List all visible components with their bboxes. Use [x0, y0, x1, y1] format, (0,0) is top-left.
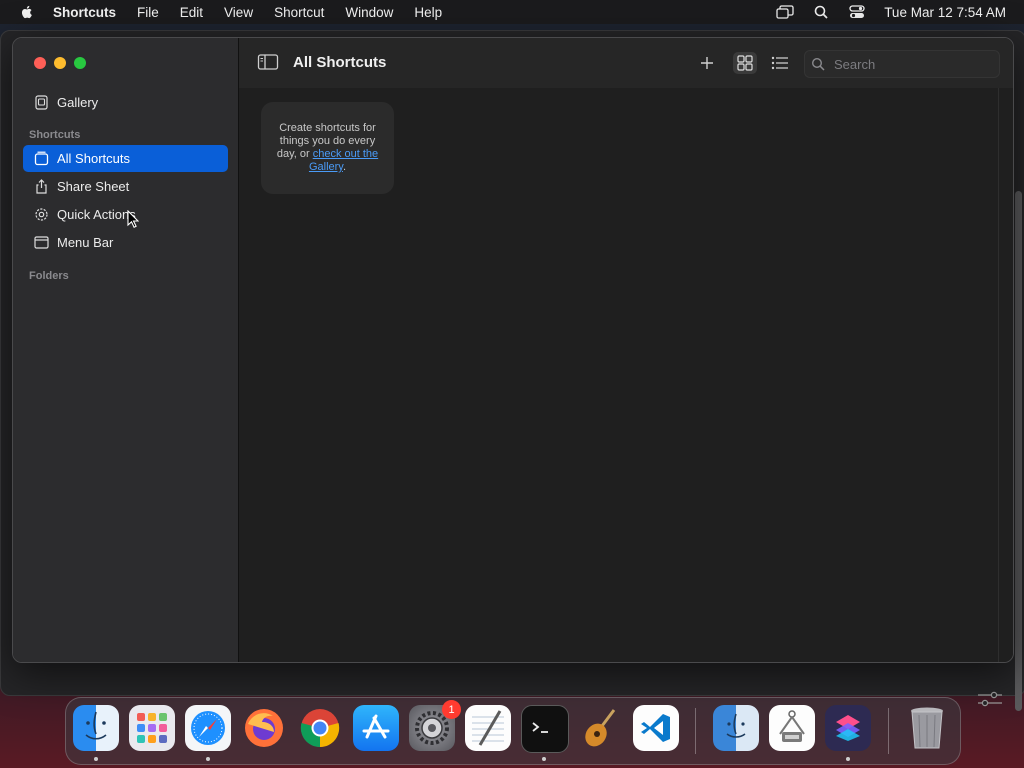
- list-view-button[interactable]: [768, 52, 792, 74]
- control-center-icon[interactable]: [848, 4, 866, 20]
- textedit-icon: [472, 710, 504, 746]
- background-scrollbar[interactable]: [1015, 191, 1022, 711]
- spotlight-search-icon[interactable]: [812, 4, 830, 20]
- grid-icon: [737, 55, 753, 71]
- screen-mirroring-icon[interactable]: [776, 4, 794, 20]
- minimize-button[interactable]: [54, 57, 66, 69]
- sidebar: Gallery Shortcuts All Shortcuts Share Sh…: [13, 38, 239, 662]
- close-button[interactable]: [34, 57, 46, 69]
- sidebar-item-gallery[interactable]: Gallery: [23, 89, 228, 116]
- running-indicator: [542, 757, 546, 761]
- dock-vscode[interactable]: [633, 705, 679, 751]
- running-indicator: [846, 757, 850, 761]
- sidebar-item-menu-bar[interactable]: Menu Bar: [23, 229, 228, 256]
- finder-face-icon: [726, 713, 746, 738]
- search-field[interactable]: [804, 50, 1000, 78]
- menu-edit[interactable]: Edit: [180, 5, 203, 20]
- dock-textedit[interactable]: [465, 705, 511, 751]
- sidebar-item-quick-actions[interactable]: Quick Actions: [23, 201, 228, 228]
- dock-separator: [888, 708, 889, 754]
- toolbar: All Shortcuts: [239, 38, 1013, 88]
- app-store-icon: [362, 714, 390, 739]
- dock-finder-window[interactable]: [713, 705, 759, 751]
- trash-icon: [911, 707, 943, 749]
- dock: 1: [65, 697, 961, 765]
- sidebar-item-label: Gallery: [57, 95, 99, 110]
- dock-firefox[interactable]: [241, 705, 287, 751]
- content-area: All Shortcuts Create shortcuts for thing…: [239, 38, 1013, 662]
- menu-view[interactable]: View: [224, 5, 253, 20]
- firefox-icon: [245, 709, 283, 747]
- terminal-prompt-icon: [532, 722, 548, 733]
- menu-file[interactable]: File: [137, 5, 159, 20]
- menubar-clock[interactable]: Tue Mar 12 7:54 AM: [884, 5, 1006, 20]
- menu-app-name[interactable]: Shortcuts: [53, 5, 116, 20]
- safari-compass-icon: [191, 711, 225, 745]
- running-indicator: [206, 757, 210, 761]
- dock-app-store[interactable]: [353, 705, 399, 751]
- chrome-icon: [300, 709, 340, 748]
- vscode-icon: [641, 714, 670, 742]
- dock-finder[interactable]: [73, 705, 119, 751]
- search-input[interactable]: [832, 55, 986, 73]
- running-indicator: [94, 757, 98, 761]
- content-scrollbar-track[interactable]: [998, 88, 1011, 662]
- preview-loupe-icon: [779, 710, 805, 742]
- notification-badge: 1: [442, 700, 461, 719]
- dock-preview[interactable]: [769, 705, 815, 751]
- toggle-sidebar-icon[interactable]: [257, 53, 279, 71]
- list-icon: [771, 56, 788, 70]
- sidebar-item-label: Menu Bar: [57, 235, 114, 250]
- dock-trash[interactable]: [904, 705, 950, 751]
- dock-terminal[interactable]: [521, 705, 569, 753]
- menu-window[interactable]: Window: [345, 5, 393, 20]
- guitar-icon: [585, 709, 616, 747]
- finder-icon: [85, 711, 107, 740]
- dock-safari[interactable]: [185, 705, 231, 751]
- plus-icon: [701, 57, 713, 69]
- gallery-icon: [33, 95, 49, 111]
- empty-state-suffix: .: [342, 161, 347, 173]
- share-icon: [33, 179, 49, 195]
- window-controls: [34, 57, 86, 69]
- sidebar-section-shortcuts: Shortcuts: [29, 129, 81, 141]
- shortcuts-stack-icon: [33, 151, 49, 167]
- sidebar-item-all-shortcuts[interactable]: All Shortcuts: [23, 145, 228, 172]
- zoom-button[interactable]: [74, 57, 86, 69]
- dock-shortcuts[interactable]: [825, 705, 871, 751]
- menu-help[interactable]: Help: [414, 5, 442, 20]
- search-icon: [811, 57, 825, 71]
- dock-separator: [695, 708, 696, 754]
- gear-icon: [33, 207, 49, 223]
- empty-state-card: Create shortcuts for things you do every…: [261, 102, 394, 194]
- dock-chrome[interactable]: [297, 705, 343, 751]
- menubar-icon: [33, 235, 49, 251]
- sidebar-item-share-sheet[interactable]: Share Sheet: [23, 173, 228, 200]
- filter-sliders-icon[interactable]: [977, 691, 1003, 707]
- menu-shortcut[interactable]: Shortcut: [274, 5, 324, 20]
- apple-logo-icon[interactable]: [19, 4, 35, 20]
- dock-system-settings[interactable]: 1: [409, 700, 461, 751]
- add-shortcut-button[interactable]: [695, 52, 719, 74]
- shortcuts-app-icon: [836, 715, 860, 741]
- dock-launchpad[interactable]: [129, 705, 175, 751]
- sidebar-item-label: Share Sheet: [57, 179, 130, 194]
- page-title: All Shortcuts: [293, 54, 387, 71]
- mouse-cursor-icon: [127, 210, 139, 228]
- sidebar-item-label: Quick Actions: [57, 207, 136, 222]
- sidebar-item-label: All Shortcuts: [57, 151, 130, 166]
- menu-bar: Shortcuts File Edit View Shortcut Window…: [0, 0, 1024, 24]
- dock-garageband[interactable]: [577, 705, 623, 751]
- shortcuts-window: Gallery Shortcuts All Shortcuts Share Sh…: [12, 37, 1014, 663]
- launchpad-icon: [137, 713, 167, 743]
- sidebar-section-folders: Folders: [29, 270, 69, 282]
- grid-view-button[interactable]: [733, 52, 757, 74]
